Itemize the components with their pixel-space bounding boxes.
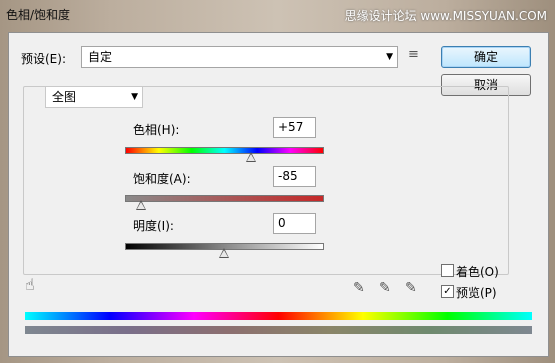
- saturation-input[interactable]: -85: [273, 166, 316, 187]
- eyedropper-icon[interactable]: ✎: [353, 280, 365, 296]
- preview-checkbox[interactable]: ✓: [441, 285, 454, 298]
- hue-input[interactable]: +57: [273, 117, 316, 138]
- hand-tool-icon[interactable]: ☝: [25, 275, 35, 294]
- preset-label: 预设(E):: [21, 52, 66, 66]
- channel-value: 全图: [52, 90, 77, 104]
- channel-select[interactable]: 全图 ▼: [45, 86, 143, 108]
- chevron-down-icon: ▼: [131, 92, 138, 102]
- watermark-text: 思缘设计论坛 www.MISSYUAN.COM: [344, 9, 547, 23]
- preset-menu-icon[interactable]: ≡: [408, 47, 419, 62]
- lightness-input[interactable]: 0: [273, 213, 316, 234]
- eyedropper-plus-icon[interactable]: ✎: [379, 280, 391, 296]
- hue-label: 色相(H):: [133, 123, 180, 137]
- dialog-body: 预设(E): 自定 ▼ ≡ 确定 取消 全图 ▼ 色相(H): +57 饱和度(…: [8, 32, 549, 357]
- saturation-label: 饱和度(A):: [133, 172, 191, 186]
- lightness-label: 明度(I):: [133, 219, 174, 233]
- saturation-slider-track[interactable]: [125, 195, 324, 202]
- eyedropper-minus-icon[interactable]: ✎: [405, 280, 417, 296]
- colorize-checkbox[interactable]: [441, 264, 454, 277]
- ok-button[interactable]: 确定: [441, 46, 531, 68]
- spectrum-bar-top: [25, 312, 532, 320]
- window-title: 色相/饱和度: [6, 8, 71, 22]
- hue-slider-track[interactable]: [125, 147, 324, 154]
- preset-value: 自定: [88, 50, 113, 64]
- preview-label: 预览(P): [456, 286, 497, 300]
- hue-slider-thumb[interactable]: [246, 152, 257, 162]
- colorize-label: 着色(O): [456, 265, 499, 279]
- dialog-frame: 色相/饱和度 思缘设计论坛 www.MISSYUAN.COM 预设(E): 自定…: [0, 0, 555, 363]
- spectrum-bar-bottom: [25, 326, 532, 334]
- lightness-slider-thumb[interactable]: [218, 248, 229, 258]
- preset-select[interactable]: 自定 ▼: [81, 46, 398, 68]
- chevron-down-icon: ▼: [386, 52, 393, 62]
- saturation-slider-thumb[interactable]: [135, 200, 146, 210]
